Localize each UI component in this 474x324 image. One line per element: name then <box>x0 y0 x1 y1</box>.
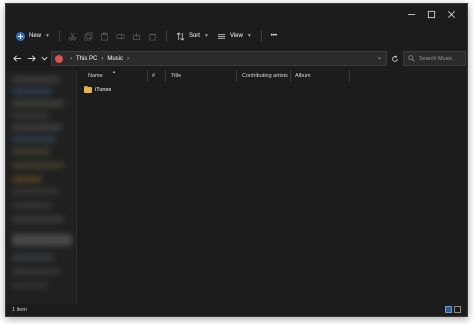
delete-button[interactable] <box>145 27 161 45</box>
arrow-left-icon <box>12 54 21 62</box>
chevron-right-icon: › <box>127 55 130 62</box>
new-button[interactable]: New ▼ <box>12 27 54 45</box>
sort-button[interactable]: Sort ▼ <box>172 27 213 45</box>
column-headers: ▲ Name # Title Contributing artists Albu… <box>78 69 467 82</box>
details-view-toggle[interactable] <box>445 306 452 313</box>
window-controls <box>401 4 461 24</box>
column-header-name[interactable]: Name <box>84 70 148 82</box>
navigation-pane[interactable] <box>6 70 76 304</box>
view-icon <box>217 33 226 39</box>
column-header-title[interactable]: Title <box>167 70 237 82</box>
toolbar-divider <box>165 30 167 42</box>
share-button[interactable] <box>129 27 145 45</box>
view-label: View <box>229 33 243 39</box>
toolbar-divider <box>260 30 262 42</box>
chevron-right-icon: › <box>101 55 104 62</box>
navigation-pane-divider[interactable] <box>76 70 77 304</box>
maximize-button[interactable] <box>421 4 441 24</box>
refresh-button[interactable] <box>389 53 401 65</box>
more-icon: ••• <box>270 33 278 39</box>
sort-icon <box>176 31 185 41</box>
column-header-number[interactable]: # <box>148 70 166 82</box>
rename-icon <box>117 33 125 39</box>
layout-toggles <box>445 306 461 313</box>
search-box[interactable]: Search Music <box>403 51 466 66</box>
chevron-down-icon: ▼ <box>246 33 252 39</box>
back-button[interactable] <box>10 51 24 65</box>
new-label: New <box>29 33 42 39</box>
column-header-contributing-artists[interactable]: Contributing artists <box>238 70 291 82</box>
paste-button[interactable] <box>97 27 113 45</box>
toolbar-divider <box>58 30 60 42</box>
address-bar[interactable]: › This PC › Music › ⌄ <box>51 51 387 66</box>
view-button[interactable]: View ▼ <box>213 27 256 45</box>
refresh-icon <box>392 55 398 62</box>
breadcrumb-music[interactable]: Music <box>107 56 123 62</box>
share-icon <box>133 32 141 40</box>
list-item[interactable]: iTunes <box>84 85 111 95</box>
chevron-down-icon <box>40 56 48 60</box>
navigation-pane-blurred-content <box>6 70 76 304</box>
file-explorer-window: New ▼ Sort ▼ View ▼ ••• › This PC › Musi… <box>5 3 468 317</box>
command-bar: New ▼ Sort ▼ View ▼ ••• <box>6 25 467 47</box>
status-bar: 1 item <box>6 304 467 316</box>
large-icons-view-toggle[interactable] <box>454 306 461 313</box>
arrow-right-icon <box>27 54 36 62</box>
sort-label: Sort <box>188 33 200 39</box>
breadcrumb-this-pc[interactable]: This PC <box>76 56 97 62</box>
copy-icon <box>85 32 93 40</box>
music-folder-icon <box>55 54 63 63</box>
cut-button[interactable] <box>65 27 81 45</box>
folder-icon <box>84 85 92 93</box>
address-dropdown-icon[interactable]: ⌄ <box>377 54 382 61</box>
minimize-button[interactable] <box>401 4 421 24</box>
search-placeholder: Search Music <box>419 55 453 62</box>
chevron-right-icon: › <box>70 55 72 62</box>
address-row: › This PC › Music › ⌄ Search Music <box>6 49 467 69</box>
copy-button[interactable] <box>81 27 97 45</box>
chevron-down-icon: ▼ <box>45 33 50 39</box>
plus-icon <box>16 31 25 41</box>
file-list[interactable]: ▲ Name # Title Contributing artists Albu… <box>78 69 467 304</box>
item-count: 1 item <box>12 307 27 313</box>
file-name: iTunes <box>95 87 112 93</box>
rename-button[interactable] <box>113 27 129 45</box>
cut-icon <box>69 32 77 40</box>
chevron-down-icon: ▼ <box>203 33 209 39</box>
search-icon <box>408 55 415 62</box>
trash-icon <box>149 33 157 40</box>
forward-button[interactable] <box>24 51 38 65</box>
more-options-button[interactable]: ••• <box>267 27 281 45</box>
column-header-album[interactable]: Album <box>291 70 350 82</box>
recent-locations-button[interactable] <box>37 51 51 65</box>
close-button[interactable] <box>441 4 461 24</box>
paste-icon <box>101 32 109 40</box>
